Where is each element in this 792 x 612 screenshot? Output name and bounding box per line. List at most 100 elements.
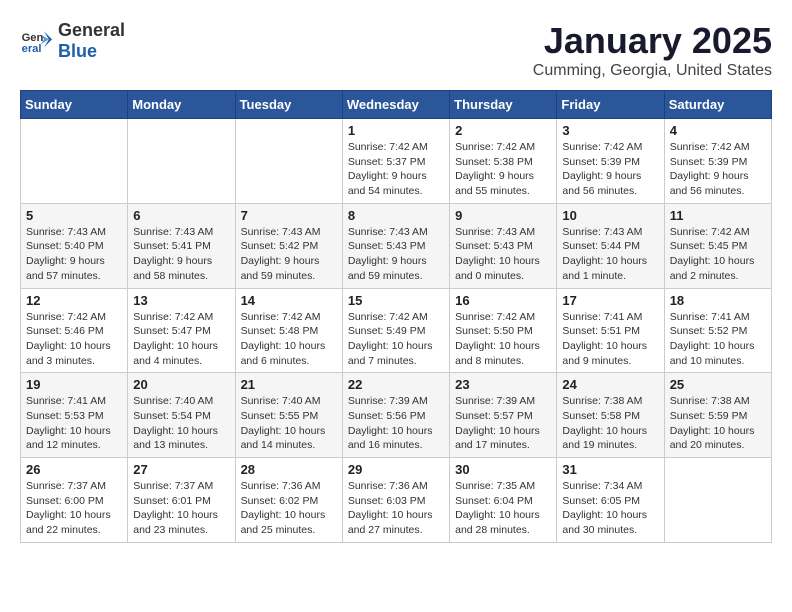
week-row-1: 1 Sunrise: 7:42 AMSunset: 5:37 PMDaylight… <box>21 119 772 204</box>
day-info: Sunrise: 7:42 AMSunset: 5:47 PMDaylight:… <box>133 310 229 369</box>
day-number: 12 <box>26 293 122 308</box>
day-info: Sunrise: 7:38 AMSunset: 5:59 PMDaylight:… <box>670 394 766 453</box>
day-info: Sunrise: 7:40 AMSunset: 5:54 PMDaylight:… <box>133 394 229 453</box>
logo: Gen eral General Blue <box>20 20 125 62</box>
day-info: Sunrise: 7:41 AMSunset: 5:51 PMDaylight:… <box>562 310 658 369</box>
day-info: Sunrise: 7:41 AMSunset: 5:53 PMDaylight:… <box>26 394 122 453</box>
day-number: 2 <box>455 123 551 138</box>
calendar-cell: 28Sunrise: 7:36 AMSunset: 6:02 PMDayligh… <box>235 458 342 543</box>
day-number: 19 <box>26 377 122 392</box>
day-number: 3 <box>562 123 658 138</box>
day-info: Sunrise: 7:40 AMSunset: 5:55 PMDaylight:… <box>241 394 337 453</box>
day-info: Sunrise: 7:43 AMSunset: 5:44 PMDaylight:… <box>562 225 658 284</box>
day-number: 28 <box>241 462 337 477</box>
day-number: 4 <box>670 123 766 138</box>
calendar-cell <box>235 119 342 204</box>
logo-icon: Gen eral <box>20 25 52 57</box>
calendar-cell: 20 Sunrise: 7:40 AMSunset: 5:54 PMDayligh… <box>128 373 235 458</box>
week-row-2: 5 Sunrise: 7:43 AMSunset: 5:40 PMDaylight… <box>21 203 772 288</box>
calendar-cell: 10 Sunrise: 7:43 AMSunset: 5:44 PMDayligh… <box>557 203 664 288</box>
day-number: 13 <box>133 293 229 308</box>
svg-text:Gen: Gen <box>22 32 44 44</box>
week-row-4: 19 Sunrise: 7:41 AMSunset: 5:53 PMDayligh… <box>21 373 772 458</box>
day-number: 24 <box>562 377 658 392</box>
day-info: Sunrise: 7:34 AMSunset: 6:05 PMDaylight:… <box>562 479 658 538</box>
week-row-3: 12 Sunrise: 7:42 AMSunset: 5:46 PMDayligh… <box>21 288 772 373</box>
header-sunday: Sunday <box>21 91 128 119</box>
calendar-cell: 7 Sunrise: 7:43 AMSunset: 5:42 PMDaylight… <box>235 203 342 288</box>
day-info: Sunrise: 7:36 AMSunset: 6:03 PMDaylight:… <box>348 479 444 538</box>
calendar-cell: 8 Sunrise: 7:43 AMSunset: 5:43 PMDaylight… <box>342 203 449 288</box>
header-saturday: Saturday <box>664 91 771 119</box>
day-info: Sunrise: 7:37 AMSunset: 6:01 PMDaylight:… <box>133 479 229 538</box>
calendar-cell: 15Sunrise: 7:42 AMSunset: 5:49 PMDayligh… <box>342 288 449 373</box>
day-number: 17 <box>562 293 658 308</box>
calendar-cell <box>21 119 128 204</box>
day-number: 30 <box>455 462 551 477</box>
day-info: Sunrise: 7:43 AMSunset: 5:43 PMDaylight:… <box>348 225 444 284</box>
calendar-cell: 6 Sunrise: 7:43 AMSunset: 5:41 PMDaylight… <box>128 203 235 288</box>
day-number: 20 <box>133 377 229 392</box>
header-friday: Friday <box>557 91 664 119</box>
day-number: 25 <box>670 377 766 392</box>
header-thursday: Thursday <box>450 91 557 119</box>
calendar-cell: 29 Sunrise: 7:36 AMSunset: 6:03 PMDayligh… <box>342 458 449 543</box>
calendar-cell: 5 Sunrise: 7:43 AMSunset: 5:40 PMDaylight… <box>21 203 128 288</box>
day-info: Sunrise: 7:39 AMSunset: 5:56 PMDaylight:… <box>348 394 444 453</box>
calendar-table: Sunday Monday Tuesday Wednesday Thursday… <box>20 90 772 543</box>
header-monday: Monday <box>128 91 235 119</box>
calendar-header-row: Sunday Monday Tuesday Wednesday Thursday… <box>21 91 772 119</box>
day-number: 6 <box>133 208 229 223</box>
calendar-cell: 11Sunrise: 7:42 AMSunset: 5:45 PMDayligh… <box>664 203 771 288</box>
calendar-cell <box>664 458 771 543</box>
calendar-cell: 4Sunrise: 7:42 AMSunset: 5:39 PMDaylight… <box>664 119 771 204</box>
day-info: Sunrise: 7:41 AMSunset: 5:52 PMDaylight:… <box>670 310 766 369</box>
calendar-cell: 31 Sunrise: 7:34 AMSunset: 6:05 PMDayligh… <box>557 458 664 543</box>
day-number: 31 <box>562 462 658 477</box>
day-number: 23 <box>455 377 551 392</box>
calendar-cell: 16 Sunrise: 7:42 AMSunset: 5:50 PMDayligh… <box>450 288 557 373</box>
day-info: Sunrise: 7:42 AMSunset: 5:48 PMDaylight:… <box>241 310 337 369</box>
day-number: 5 <box>26 208 122 223</box>
calendar-cell: 25 Sunrise: 7:38 AMSunset: 5:59 PMDayligh… <box>664 373 771 458</box>
svg-text:eral: eral <box>22 43 42 55</box>
header-wednesday: Wednesday <box>342 91 449 119</box>
day-number: 8 <box>348 208 444 223</box>
day-info: Sunrise: 7:37 AMSunset: 6:00 PMDaylight:… <box>26 479 122 538</box>
day-info: Sunrise: 7:42 AMSunset: 5:46 PMDaylight:… <box>26 310 122 369</box>
day-info: Sunrise: 7:43 AMSunset: 5:40 PMDaylight:… <box>26 225 122 284</box>
day-info: Sunrise: 7:42 AMSunset: 5:50 PMDaylight:… <box>455 310 551 369</box>
day-number: 29 <box>348 462 444 477</box>
calendar-cell: 2 Sunrise: 7:42 AMSunset: 5:38 PMDaylight… <box>450 119 557 204</box>
day-number: 7 <box>241 208 337 223</box>
day-number: 16 <box>455 293 551 308</box>
day-number: 14 <box>241 293 337 308</box>
calendar-cell: 1 Sunrise: 7:42 AMSunset: 5:37 PMDaylight… <box>342 119 449 204</box>
calendar-cell: 12 Sunrise: 7:42 AMSunset: 5:46 PMDayligh… <box>21 288 128 373</box>
month-title: January 2025 <box>533 20 772 62</box>
day-info: Sunrise: 7:43 AMSunset: 5:43 PMDaylight:… <box>455 225 551 284</box>
day-number: 1 <box>348 123 444 138</box>
day-info: Sunrise: 7:35 AMSunset: 6:04 PMDaylight:… <box>455 479 551 538</box>
calendar-cell <box>128 119 235 204</box>
location-title: Cumming, Georgia, United States <box>533 62 772 80</box>
calendar-cell: 21 Sunrise: 7:40 AMSunset: 5:55 PMDayligh… <box>235 373 342 458</box>
logo-general: General <box>58 20 125 40</box>
calendar-cell: 13 Sunrise: 7:42 AMSunset: 5:47 PMDayligh… <box>128 288 235 373</box>
logo-blue: Blue <box>58 41 97 61</box>
calendar-cell: 9Sunrise: 7:43 AMSunset: 5:43 PMDaylight… <box>450 203 557 288</box>
page-header: Gen eral General Blue January 2025 Cummi… <box>20 20 772 80</box>
day-info: Sunrise: 7:42 AMSunset: 5:49 PMDaylight:… <box>348 310 444 369</box>
calendar-cell: 26Sunrise: 7:37 AMSunset: 6:00 PMDayligh… <box>21 458 128 543</box>
day-info: Sunrise: 7:43 AMSunset: 5:42 PMDaylight:… <box>241 225 337 284</box>
calendar-cell: 22 Sunrise: 7:39 AMSunset: 5:56 PMDayligh… <box>342 373 449 458</box>
day-number: 22 <box>348 377 444 392</box>
day-info: Sunrise: 7:42 AMSunset: 5:45 PMDaylight:… <box>670 225 766 284</box>
day-number: 10 <box>562 208 658 223</box>
day-info: Sunrise: 7:39 AMSunset: 5:57 PMDaylight:… <box>455 394 551 453</box>
calendar-cell: 30 Sunrise: 7:35 AMSunset: 6:04 PMDayligh… <box>450 458 557 543</box>
day-info: Sunrise: 7:42 AMSunset: 5:37 PMDaylight:… <box>348 140 444 199</box>
day-info: Sunrise: 7:42 AMSunset: 5:38 PMDaylight:… <box>455 140 551 199</box>
day-number: 21 <box>241 377 337 392</box>
day-info: Sunrise: 7:43 AMSunset: 5:41 PMDaylight:… <box>133 225 229 284</box>
